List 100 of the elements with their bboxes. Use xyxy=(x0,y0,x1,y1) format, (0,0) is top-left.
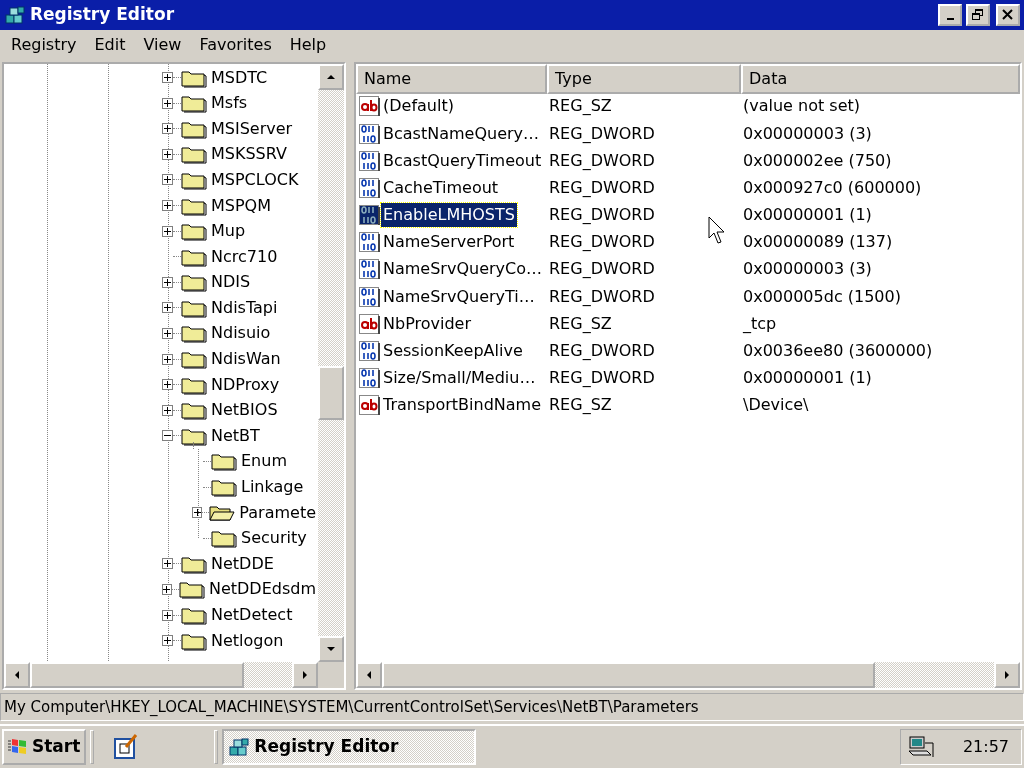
expand-toggle[interactable] xyxy=(162,558,173,570)
value-type: REG_DWORD xyxy=(548,340,655,363)
expand-toggle[interactable] xyxy=(162,353,173,365)
scroll-right-button[interactable] xyxy=(292,662,318,689)
scroll-up-button[interactable] xyxy=(318,63,344,90)
tree-item[interactable]: MSDTC xyxy=(209,65,270,90)
value-name[interactable]: EnableLMHOSTS xyxy=(381,203,517,228)
string-value-icon xyxy=(359,313,381,334)
expand-toggle[interactable] xyxy=(162,379,173,391)
tree-item[interactable]: NetBIOS xyxy=(209,398,280,423)
registry-cubes-icon xyxy=(228,737,251,758)
arrow-right-icon xyxy=(1004,671,1010,680)
plus-icon xyxy=(164,560,171,568)
value-data: 0x00000003 (3) xyxy=(742,122,872,145)
taskbar-button[interactable]: Registry Editor xyxy=(222,729,477,766)
scrollbar-thumb[interactable] xyxy=(318,365,344,420)
tree-item[interactable]: MSPCLOCK xyxy=(209,167,301,192)
menu-item[interactable]: Favorites xyxy=(190,31,281,60)
menu-item[interactable]: Help xyxy=(280,31,336,60)
tree-item[interactable]: Ndisuio xyxy=(209,321,273,346)
network-computer-icon[interactable] xyxy=(907,735,935,760)
binary-value-icon xyxy=(359,259,381,280)
minimize-icon xyxy=(946,17,954,20)
value-name[interactable]: SessionKeepAlive xyxy=(381,339,525,364)
expand-toggle[interactable] xyxy=(162,302,173,314)
plus-icon xyxy=(164,637,171,645)
expand-toggle[interactable] xyxy=(162,174,173,186)
scrollbar-thumb[interactable] xyxy=(30,662,244,689)
tree-item[interactable]: NdisWan xyxy=(209,347,283,372)
expand-toggle[interactable] xyxy=(162,225,173,237)
minimize-button[interactable] xyxy=(938,3,962,26)
tree-item[interactable]: NetDDE xyxy=(209,551,276,576)
menu-item[interactable]: Registry xyxy=(2,31,86,60)
close-icon xyxy=(1002,9,1014,21)
tree-item[interactable]: Enum xyxy=(239,449,289,474)
expand-toggle[interactable] xyxy=(162,635,173,647)
expand-toggle[interactable] xyxy=(162,72,173,84)
value-name[interactable]: BcastNameQuery… xyxy=(381,121,541,146)
value-name[interactable]: NbProvider xyxy=(381,311,473,336)
expand-toggle[interactable] xyxy=(162,583,172,595)
menu-item[interactable]: View xyxy=(134,31,191,60)
column-header[interactable]: Data xyxy=(741,63,1020,94)
expand-toggle[interactable] xyxy=(162,404,173,416)
tree-item[interactable]: MSPQM xyxy=(209,193,273,218)
tree-item[interactable]: NdisTapi xyxy=(209,295,280,320)
tree-item[interactable]: MSKSSRV xyxy=(209,142,289,167)
tree-item[interactable]: Paramete xyxy=(237,500,318,525)
plus-icon xyxy=(164,304,171,312)
expand-toggle[interactable] xyxy=(162,148,173,160)
binary-value-icon xyxy=(359,232,381,253)
tree-item[interactable]: Msfs xyxy=(209,91,250,116)
arrow-down-icon xyxy=(327,646,335,653)
tree-item[interactable]: NetDetect xyxy=(209,603,295,627)
expand-toggle[interactable] xyxy=(162,97,173,109)
value-type: REG_DWORD xyxy=(548,176,655,199)
tree-item[interactable]: Linkage xyxy=(239,475,306,500)
expand-toggle[interactable] xyxy=(162,276,173,288)
expand-toggle[interactable] xyxy=(162,200,173,211)
expand-toggle[interactable] xyxy=(162,123,173,135)
value-name[interactable]: Size/Small/Mediu… xyxy=(381,366,538,391)
tree-item[interactable]: Mup xyxy=(209,219,248,244)
tree-item[interactable]: NetBT xyxy=(209,423,262,448)
expand-toggle[interactable] xyxy=(192,507,203,519)
value-name[interactable]: NameServerPort xyxy=(381,230,517,255)
restore-button[interactable] xyxy=(966,3,990,26)
value-type: REG_SZ xyxy=(548,95,612,118)
scrollbar-corner xyxy=(318,662,344,689)
value-name[interactable]: CacheTimeout xyxy=(381,175,501,200)
menu-item[interactable]: Edit xyxy=(85,31,135,60)
value-name[interactable]: BcastQueryTimeout xyxy=(381,148,544,173)
scroll-right-button[interactable] xyxy=(994,662,1020,689)
expand-toggle[interactable] xyxy=(162,328,173,339)
plus-icon xyxy=(163,585,171,593)
tree-item[interactable]: Netlogon xyxy=(209,628,286,653)
tree-item[interactable]: Ncrc710 xyxy=(209,244,280,269)
tree-item[interactable]: NetDDEdsdm xyxy=(206,577,318,602)
plus-icon xyxy=(164,125,171,133)
value-data: 0x000005dc (1500) xyxy=(742,285,901,308)
scrollbar-thumb[interactable] xyxy=(382,662,875,689)
scroll-left-button[interactable] xyxy=(4,662,30,689)
column-header[interactable]: Name xyxy=(356,63,547,94)
close-button[interactable] xyxy=(996,3,1020,26)
expand-toggle[interactable] xyxy=(162,430,173,442)
value-name[interactable]: NameSrvQueryCo… xyxy=(381,257,544,282)
scroll-left-button[interactable] xyxy=(356,662,382,689)
tree-item[interactable]: MSIServer xyxy=(209,116,295,141)
window-title: Registry Editor xyxy=(30,3,176,27)
tree-item[interactable]: Security xyxy=(239,526,309,551)
column-header[interactable]: Type xyxy=(547,63,741,94)
value-data: \Device\ xyxy=(742,394,809,417)
expand-toggle[interactable] xyxy=(162,609,173,621)
scroll-down-button[interactable] xyxy=(318,636,344,663)
start-button[interactable]: Start xyxy=(2,729,87,766)
tree-item[interactable]: NDIS xyxy=(209,270,253,295)
plus-icon xyxy=(164,150,171,158)
binary-value-icon xyxy=(359,368,381,389)
value-name[interactable]: TransportBindName xyxy=(381,393,543,418)
value-name[interactable]: (Default) xyxy=(381,94,456,119)
tree-item[interactable]: NDProxy xyxy=(209,372,282,397)
value-name[interactable]: NameSrvQueryTi… xyxy=(381,284,537,309)
